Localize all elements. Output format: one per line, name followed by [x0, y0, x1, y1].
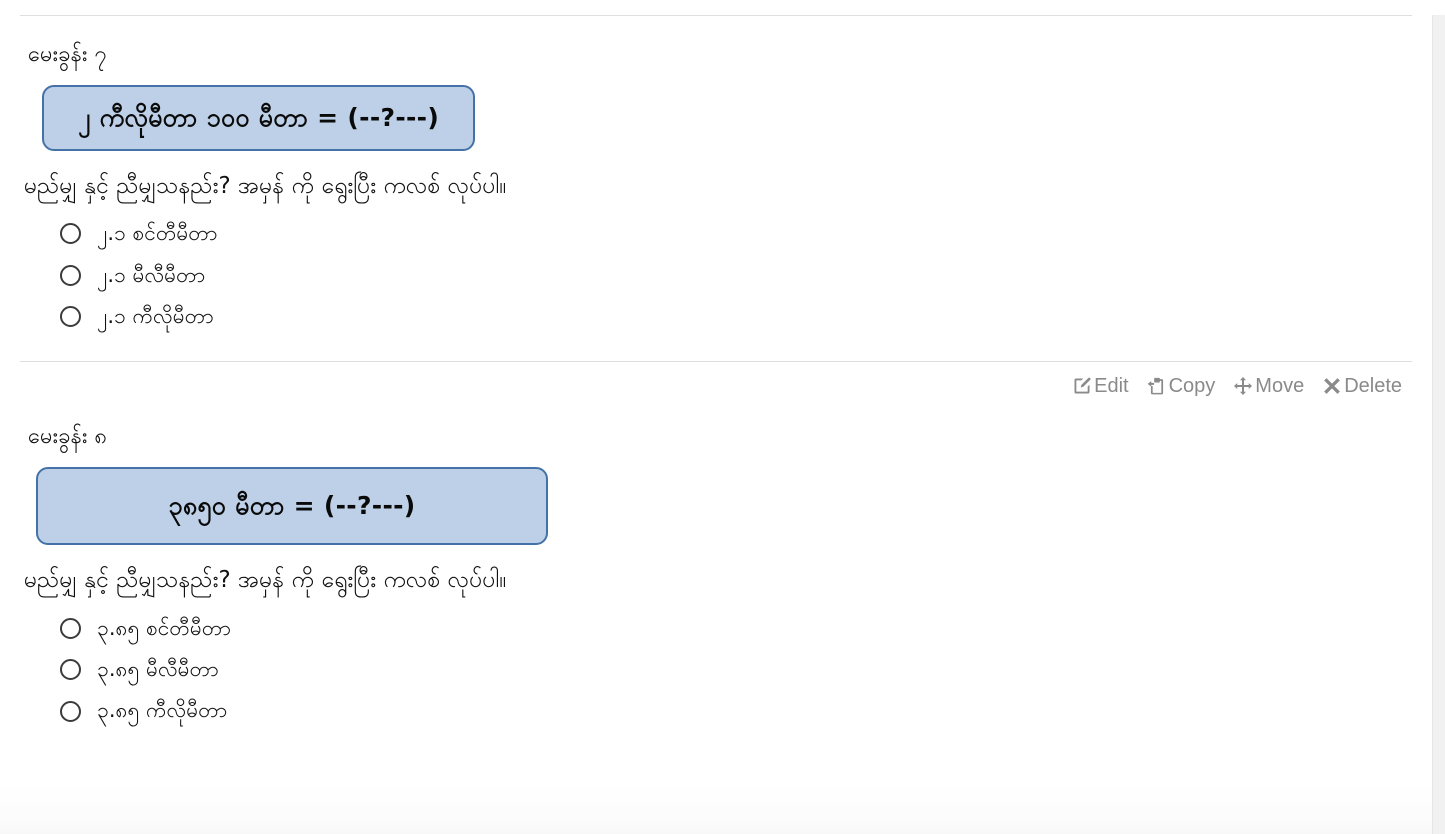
question-action-toolbar: Edit Copy Move Delete	[20, 362, 1412, 398]
question-stem-text-8: ၃၈၅၀ မီတာ = (--?---)	[168, 491, 416, 521]
question-block-8: Edit Copy Move Delete မေးခွန်း ၈ ၃၈၅၀ မီ…	[0, 362, 1432, 731]
question-stem-box-7: ၂ ကီလိုမီတာ ၁၀၀ မီတာ = (--?---)	[42, 85, 476, 151]
answer-option[interactable]: ၂.၁ စင်တီမီတာ	[60, 213, 1412, 254]
edit-pencil-square-icon	[1072, 376, 1092, 396]
move-label: Move	[1255, 375, 1305, 398]
copy-button[interactable]: Copy	[1147, 375, 1216, 398]
radio-button-icon[interactable]	[60, 223, 81, 245]
answer-option-label: ၃.၈၅ မီလီမီတာ	[97, 657, 219, 682]
radio-button-icon[interactable]	[60, 306, 81, 328]
answer-options-8: ၃.၈၅ စင်တီမီတာ ၃.၈၅ မီလီမီတာ ၃.၈၅ ကီလိုမ…	[20, 598, 1412, 732]
quiz-content: မေးခွန်း ၇ ၂ ကီလိုမီတာ ၁၀၀ မီတာ = (--?--…	[0, 15, 1432, 834]
answer-option[interactable]: ၂.၁ မီလီမီတာ	[60, 255, 1412, 296]
answer-option-label: ၃.၈၅ စင်တီမီတာ	[97, 615, 231, 640]
question-title-7: မေးခွန်း ၇	[28, 42, 107, 67]
answer-option-label: ၃.၈၅ ကီလိုမီတာ	[97, 698, 228, 723]
question-block-7: မေးခွန်း ၇ ၂ ကီလိုမီတာ ၁၀၀ မီတာ = (--?--…	[0, 16, 1432, 361]
delete-label: Delete	[1344, 375, 1402, 398]
question-stem-text-7: ၂ ကီလိုမီတာ ၁၀၀ မီတာ = (--?---)	[78, 103, 440, 132]
close-x-icon	[1322, 376, 1342, 396]
clipboard-paste-icon	[1147, 376, 1167, 396]
edit-button[interactable]: Edit	[1072, 375, 1129, 398]
radio-button-icon[interactable]	[60, 264, 81, 286]
move-button[interactable]: Move	[1233, 376, 1304, 396]
edit-label: Edit	[1094, 375, 1129, 398]
delete-button[interactable]: Delete	[1322, 376, 1402, 396]
radio-button-icon[interactable]	[60, 659, 81, 681]
answer-option[interactable]: ၃.၈၅ မီလီမီတာ	[60, 649, 1412, 690]
answer-option[interactable]: ၃.၈၅ ကီလိုမီတာ	[60, 690, 1412, 731]
copy-label: Copy	[1168, 375, 1216, 398]
radio-button-icon[interactable]	[60, 617, 81, 639]
question-prompt-7: မည်မျှ နှင့် ညီမျှသနည်း? အမှန် ကို ရွေးပ…	[24, 172, 507, 199]
answer-option-label: ၂.၁ မီလီမီတာ	[97, 262, 206, 287]
answer-option-label: ၂.၁ ကီလိုမီတာ	[97, 304, 214, 329]
question-stem-box-8: ၃၈၅၀ မီတာ = (--?---)	[36, 467, 548, 546]
answer-option[interactable]: ၃.၈၅ စင်တီမီတာ	[60, 608, 1412, 649]
question-title-8: မေးခွန်း ၈	[28, 424, 108, 450]
answer-options-7: ၂.၁ စင်တီမီတာ ၂.၁ မီလီမီတာ ၂.၁ ကီလိုမီတာ	[20, 203, 1412, 337]
answer-option[interactable]: ၂.၁ ကီလိုမီတာ	[60, 296, 1412, 337]
move-arrows-icon	[1233, 376, 1253, 396]
question-prompt-8: မည်မျှ နှင့် ညီမျှသနည်း? အမှန် ကို ရွေးပ…	[24, 567, 507, 594]
vertical-scrollbar[interactable]	[1432, 15, 1445, 834]
quiz-page: မေးခွန်း ၇ ၂ ကီလိုမီတာ ၁၀၀ မီတာ = (--?--…	[0, 15, 1445, 834]
answer-option-label: ၂.၁ စင်တီမီတာ	[97, 221, 218, 246]
radio-button-icon[interactable]	[60, 700, 81, 722]
